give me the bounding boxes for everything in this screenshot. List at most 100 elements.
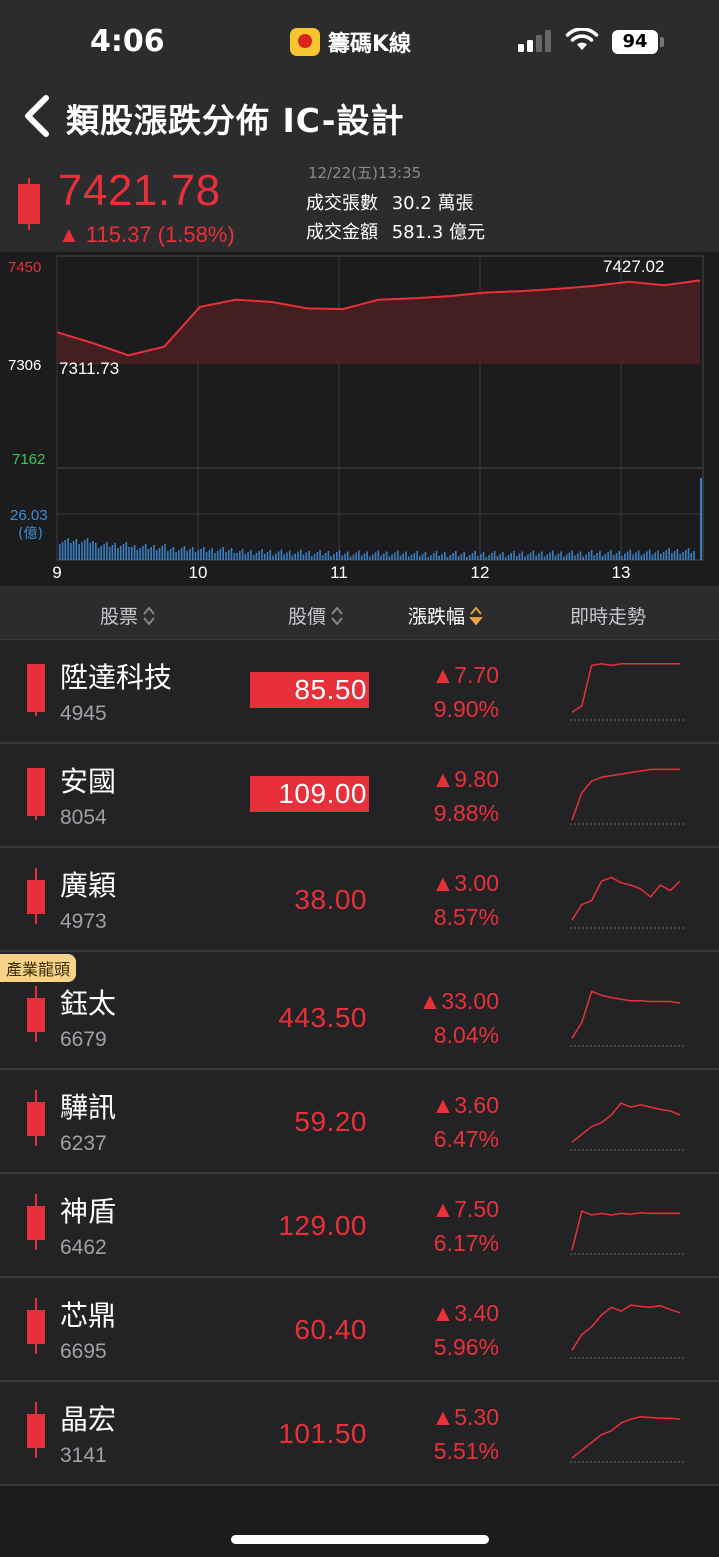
volume-bar bbox=[549, 552, 551, 560]
volume-bar bbox=[133, 545, 136, 560]
wifi-icon bbox=[565, 28, 599, 50]
volume-bar bbox=[466, 557, 468, 560]
stock-row[interactable]: 安國 8054 109.00 ▲9.80 9.88% bbox=[0, 744, 719, 848]
volume-bar bbox=[568, 552, 571, 560]
volume-bar bbox=[294, 553, 296, 560]
stock-list: 陞達科技 4945 85.50 ▲7.70 9.90% 安國 8054 109.00 ▲9.80… bbox=[0, 640, 719, 1486]
volume-bar bbox=[388, 556, 391, 560]
volume-bar bbox=[421, 554, 424, 560]
volume-bar bbox=[554, 555, 557, 560]
stock-price: 101.50 bbox=[278, 1418, 367, 1449]
volume-bar bbox=[233, 553, 236, 560]
stock-name: 陞達科技 bbox=[60, 661, 173, 694]
volume-bar bbox=[513, 551, 515, 560]
volume-bar bbox=[330, 556, 332, 560]
volume-bar bbox=[183, 546, 186, 560]
volume-bar bbox=[510, 553, 512, 560]
intraday-sparkline bbox=[570, 1210, 686, 1255]
volume-bar bbox=[560, 551, 562, 560]
volume-bar bbox=[75, 539, 78, 560]
stock-row[interactable]: 陞達科技 4945 85.50 ▲7.70 9.90% bbox=[0, 640, 719, 744]
volume-bar bbox=[117, 548, 119, 560]
volume-bar bbox=[324, 553, 327, 560]
volume-bar bbox=[571, 550, 573, 560]
stock-row[interactable]: 驊訊 6237 59.20 ▲3.60 6.47% bbox=[0, 1070, 719, 1174]
volume-bar bbox=[241, 549, 244, 560]
y-label-bottom: 7162 bbox=[12, 451, 45, 468]
volume-bar bbox=[615, 553, 618, 560]
column-header-stock[interactable]: 股票 bbox=[100, 602, 156, 629]
stock-change: ▲33.00 bbox=[418, 988, 499, 1014]
intraday-sparkline bbox=[570, 876, 686, 929]
stock-code: 6679 bbox=[60, 1028, 107, 1051]
home-indicator[interactable] bbox=[231, 1535, 489, 1544]
volume-bar bbox=[654, 552, 657, 560]
battery-tip bbox=[660, 37, 664, 47]
stock-change-percent: 5.51% bbox=[433, 1438, 499, 1464]
volume-bar bbox=[167, 551, 169, 560]
stock-row[interactable]: 神盾 6462 129.00 ▲7.50 6.17% bbox=[0, 1174, 719, 1278]
volume-bar bbox=[261, 549, 263, 560]
cellular-signal-icon bbox=[518, 30, 551, 52]
volume-bar bbox=[552, 550, 554, 560]
volume-bar bbox=[402, 553, 404, 560]
volume-bar bbox=[660, 554, 662, 560]
back-chevron-icon[interactable] bbox=[22, 94, 52, 138]
trade-amount-value: 581.3 億元 bbox=[391, 222, 485, 243]
volume-bar bbox=[100, 546, 103, 560]
volume-bar bbox=[244, 554, 247, 560]
volume-bar bbox=[70, 543, 72, 560]
status-time: 4:06 bbox=[90, 24, 165, 59]
volume-bar bbox=[444, 552, 446, 560]
column-header-trend: 即時走勢 bbox=[570, 602, 646, 629]
volume-bar bbox=[327, 551, 330, 560]
volume-bar bbox=[563, 556, 565, 560]
stock-change-percent: 6.17% bbox=[433, 1230, 499, 1256]
column-header-price[interactable]: 股價 bbox=[288, 602, 344, 629]
volume-bar bbox=[225, 552, 227, 560]
y-label-mid: 7306 bbox=[8, 357, 41, 374]
volume-bar bbox=[178, 550, 180, 560]
sort-icon bbox=[331, 606, 343, 625]
stock-row[interactable]: 廣穎 4973 38.00 ▲3.00 8.57% bbox=[0, 848, 719, 952]
volume-bar bbox=[491, 553, 493, 560]
volume-bar bbox=[646, 551, 648, 560]
volume-bar bbox=[194, 552, 197, 560]
volume-bar bbox=[322, 555, 324, 560]
stock-row[interactable]: 芯鼎 6695 60.40 ▲3.40 5.96% bbox=[0, 1278, 719, 1382]
stock-change-percent: 9.90% bbox=[433, 696, 499, 722]
volume-bar bbox=[308, 551, 310, 560]
volume-bar bbox=[413, 553, 416, 560]
volume-bar bbox=[430, 555, 432, 560]
volume-bar bbox=[671, 553, 673, 560]
volume-bar bbox=[319, 550, 321, 560]
quote-datetime: 12/22(五)13:35 bbox=[308, 164, 422, 182]
stock-row[interactable]: 產業龍頭 鈺太 6679 443.50 ▲33.00 8.04% bbox=[0, 952, 719, 1070]
volume-max-label: 26.03 bbox=[10, 507, 48, 524]
volume-bar bbox=[377, 550, 380, 560]
volume-bar bbox=[64, 540, 67, 560]
volume-bar bbox=[72, 541, 75, 560]
volume-bar bbox=[291, 555, 294, 560]
column-header-change[interactable]: 漲跌幅 bbox=[408, 602, 483, 629]
volume-bar bbox=[529, 552, 532, 560]
volume-bar bbox=[432, 553, 435, 560]
volume-bar bbox=[86, 538, 89, 560]
volume-bar bbox=[366, 551, 368, 560]
volume-bar bbox=[283, 554, 285, 560]
volume-bar bbox=[95, 543, 97, 560]
volume-bar bbox=[521, 551, 524, 560]
volume-bar bbox=[125, 542, 128, 560]
stock-code: 6462 bbox=[60, 1236, 107, 1259]
stock-name: 芯鼎 bbox=[60, 1299, 117, 1332]
volume-bar bbox=[358, 550, 360, 560]
volume-bar bbox=[106, 542, 108, 560]
volume-bar bbox=[155, 550, 158, 560]
volume-bar bbox=[239, 551, 241, 560]
volume-bar bbox=[78, 544, 80, 560]
stock-row[interactable]: 晶宏 3141 101.50 ▲5.30 5.51% bbox=[0, 1382, 719, 1486]
volume-bar bbox=[172, 547, 175, 560]
volume-bar bbox=[687, 548, 690, 560]
intraday-chart[interactable]: 7450 7306 7162 7427.02 7311.73 26.03 (億) 9 10 11 1… bbox=[0, 252, 719, 586]
volume-bar bbox=[391, 554, 393, 560]
